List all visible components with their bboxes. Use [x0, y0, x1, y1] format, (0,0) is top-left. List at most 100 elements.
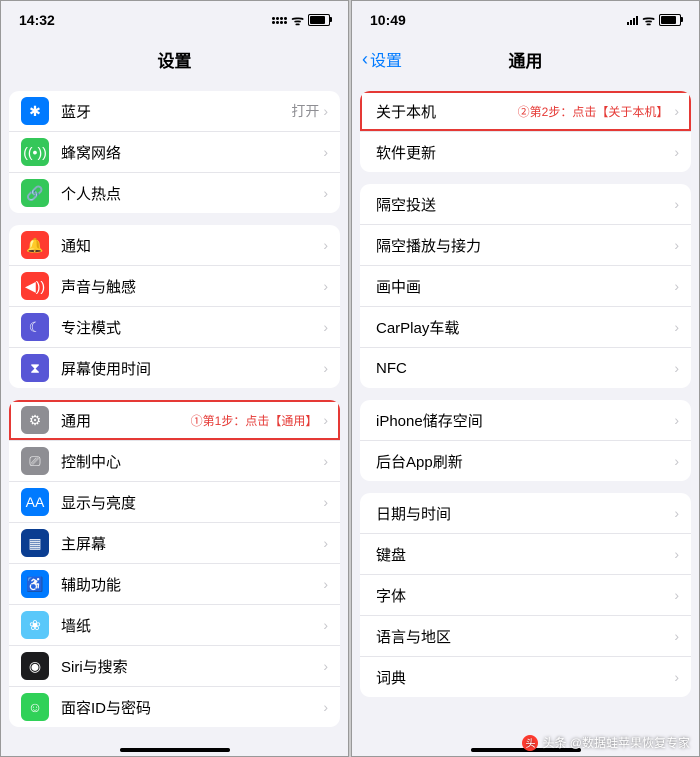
list-item[interactable]: ♿辅助功能›	[9, 563, 340, 604]
chevron-right-icon: ›	[674, 278, 679, 294]
chevron-right-icon: ›	[323, 185, 328, 201]
settings-group: ✱蓝牙打开›((•))蜂窝网络›🔗个人热点›	[9, 91, 340, 213]
list-item[interactable]: 隔空播放与接力›	[360, 224, 691, 265]
chevron-right-icon: ›	[323, 278, 328, 294]
list-item[interactable]: ◉Siri与搜索›	[9, 645, 340, 686]
settings-group: 🔔通知›◀))声音与触感›☾专注模式›⧗屏幕使用时间›	[9, 225, 340, 388]
list-item[interactable]: AA显示与亮度›	[9, 481, 340, 522]
page-title: 通用	[509, 47, 543, 72]
list-item[interactable]: 隔空投送›	[360, 184, 691, 224]
row-label: 墙纸	[61, 615, 323, 636]
list-item[interactable]: ⎚控制中心›	[9, 440, 340, 481]
row-label: 控制中心	[61, 451, 323, 472]
watermark-logo-icon: 头	[522, 735, 538, 751]
row-label: 主屏幕	[61, 533, 323, 554]
row-label: 蓝牙	[61, 101, 291, 122]
list-item[interactable]: 键盘›	[360, 533, 691, 574]
settings-list[interactable]: ✱蓝牙打开›((•))蜂窝网络›🔗个人热点›🔔通知›◀))声音与触感›☾专注模式…	[1, 79, 348, 742]
hotspot-icon: 🔗	[21, 179, 49, 207]
siri-icon: ◉	[21, 652, 49, 680]
chevron-right-icon: ›	[323, 237, 328, 253]
wifi-icon: ᯤ	[291, 11, 304, 30]
battery-icon	[659, 14, 681, 26]
row-label: 词典	[376, 667, 674, 688]
row-label: 软件更新	[376, 142, 674, 163]
cellular-icon: ((•))	[21, 138, 49, 166]
notifications-icon: 🔔	[21, 231, 49, 259]
home-indicator[interactable]	[120, 748, 230, 752]
chevron-right-icon: ›	[323, 617, 328, 633]
list-item[interactable]: 关于本机②第2步：点击【关于本机】›	[360, 91, 691, 131]
left-phone: 14:32 ᯤ 设置 ✱蓝牙打开›((•))蜂窝网络›🔗个人热点›🔔通知›◀))…	[0, 0, 349, 757]
row-label: 通用	[61, 410, 191, 431]
nav-bar: 设置	[1, 39, 348, 79]
accessibility-icon: ♿	[21, 570, 49, 598]
list-item[interactable]: ☺面容ID与密码›	[9, 686, 340, 727]
settings-group: 关于本机②第2步：点击【关于本机】›软件更新›	[360, 91, 691, 172]
row-label: 声音与触感	[61, 276, 323, 297]
chevron-right-icon: ›	[674, 196, 679, 212]
chevron-right-icon: ›	[323, 144, 328, 160]
row-label: 日期与时间	[376, 503, 674, 524]
list-item[interactable]: 后台App刷新›	[360, 440, 691, 481]
list-item[interactable]: 语言与地区›	[360, 615, 691, 656]
back-button[interactable]: ‹ 设置	[362, 47, 402, 71]
general-list[interactable]: 关于本机②第2步：点击【关于本机】›软件更新›隔空投送›隔空播放与接力›画中画›…	[352, 79, 699, 742]
settings-group: iPhone储存空间›后台App刷新›	[360, 400, 691, 481]
row-label: 画中画	[376, 276, 674, 297]
control-center-icon: ⎚	[21, 447, 49, 475]
list-item[interactable]: ❀墙纸›	[9, 604, 340, 645]
back-label: 设置	[370, 47, 402, 71]
focus-icon: ☾	[21, 313, 49, 341]
signal-icon	[627, 15, 638, 25]
row-label: 蜂窝网络	[61, 142, 323, 163]
status-icons: ᯤ	[272, 11, 330, 30]
chevron-right-icon: ›	[674, 237, 679, 253]
settings-group: ⚙通用①第1步：点击【通用】›⎚控制中心›AA显示与亮度›▦主屏幕›♿辅助功能›…	[9, 400, 340, 727]
list-item[interactable]: ✱蓝牙打开›	[9, 91, 340, 131]
list-item[interactable]: iPhone储存空间›	[360, 400, 691, 440]
list-item[interactable]: ▦主屏幕›	[9, 522, 340, 563]
list-item[interactable]: 软件更新›	[360, 131, 691, 172]
control-center-dots-icon	[272, 17, 287, 24]
chevron-right-icon: ›	[674, 360, 679, 376]
chevron-right-icon: ›	[323, 360, 328, 376]
list-item[interactable]: 画中画›	[360, 265, 691, 306]
list-item[interactable]: ((•)) 蜂窝网络›	[9, 131, 340, 172]
chevron-left-icon: ‹	[362, 49, 368, 70]
battery-icon	[308, 14, 330, 26]
list-item[interactable]: CarPlay车载›	[360, 306, 691, 347]
status-icons: ᯤ	[627, 11, 681, 30]
chevron-right-icon: ›	[674, 412, 679, 428]
display-icon: AA	[21, 488, 49, 516]
row-label: NFC	[376, 360, 674, 377]
list-item[interactable]: 日期与时间›	[360, 493, 691, 533]
row-label: 通知	[61, 235, 323, 256]
sounds-icon: ◀))	[21, 272, 49, 300]
step-annotation: ②第2步：点击【关于本机】	[518, 103, 669, 120]
chevron-right-icon: ›	[674, 587, 679, 603]
row-label: 专注模式	[61, 317, 323, 338]
screentime-icon: ⧗	[21, 354, 49, 382]
chevron-right-icon: ›	[674, 103, 679, 119]
row-label: CarPlay车载	[376, 317, 674, 338]
row-label: 面容ID与密码	[61, 697, 323, 718]
row-label: 个人热点	[61, 183, 323, 204]
chevron-right-icon: ›	[323, 535, 328, 551]
list-item[interactable]: 字体›	[360, 574, 691, 615]
wifi-icon: ᯤ	[642, 11, 655, 30]
status-bar: 10:49 ᯤ	[352, 1, 699, 39]
list-item[interactable]: ☾专注模式›	[9, 306, 340, 347]
chevron-right-icon: ›	[674, 144, 679, 160]
general-icon: ⚙	[21, 406, 49, 434]
list-item[interactable]: ⧗屏幕使用时间›	[9, 347, 340, 388]
list-item[interactable]: 词典›	[360, 656, 691, 697]
chevron-right-icon: ›	[674, 505, 679, 521]
list-item[interactable]: 🔔 通知›	[9, 225, 340, 265]
list-item[interactable]: NFC›	[360, 347, 691, 388]
list-item[interactable]: 🔗 个人热点›	[9, 172, 340, 213]
list-item[interactable]: ◀)) 声音与触感›	[9, 265, 340, 306]
faceid-icon: ☺	[21, 693, 49, 721]
list-item[interactable]: ⚙通用①第1步：点击【通用】›	[9, 400, 340, 440]
stage: 14:32 ᯤ 设置 ✱蓝牙打开›((•))蜂窝网络›🔗个人热点›🔔通知›◀))…	[0, 0, 700, 757]
